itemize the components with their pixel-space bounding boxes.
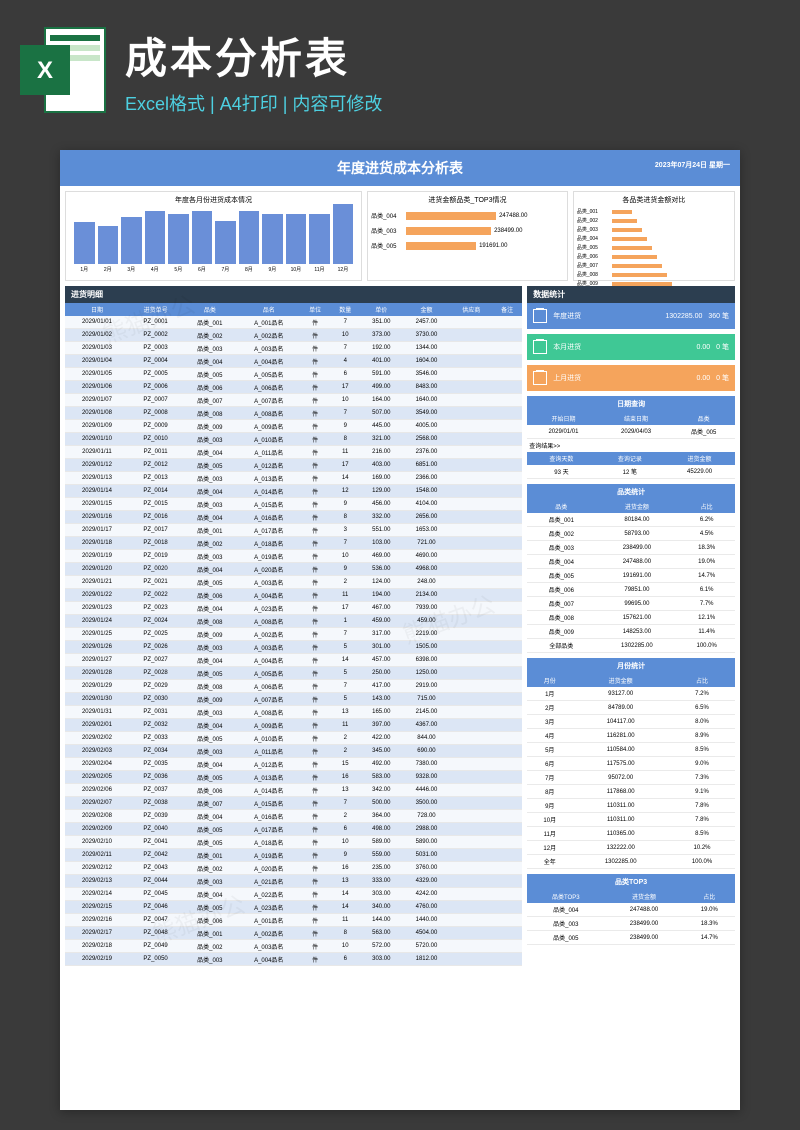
stat-lbl: 上月进货: [553, 373, 581, 383]
stat-lbl: 年度进货: [553, 311, 581, 321]
stat-val: 1302285.00: [665, 313, 702, 320]
stats-title: 数据统计: [527, 286, 735, 303]
stat-cnt: 0 笔: [716, 373, 729, 383]
excel-icon: X: [20, 20, 110, 120]
category-chart: 各品类进货金额对比 品类_001品类_002品类_003品类_004品类_005…: [573, 191, 735, 281]
query-result-table: 查询天数查询记录进货金额93 天12 笔45229.00: [527, 452, 735, 479]
banner: X 成本分析表 Excel格式 | A4打印 | 内容可修改: [0, 0, 800, 140]
top3-table: 品类TOP3进货金额占比品类_004247488.0019.0%品类_00323…: [527, 890, 735, 945]
svg-text:X: X: [37, 57, 53, 84]
query-result-label: 查询结果>>: [527, 439, 735, 452]
monthly-chart: 年度各月份进货成本情况 1月2月3月4月5月6月7月8月9月10月11月12月: [65, 191, 362, 281]
mon-table: 月份进货金额占比1月93127.007.2%2月84789.006.5%3月10…: [527, 674, 735, 869]
stat-year: 年度进货 1302285.00 360 笔: [527, 303, 735, 329]
banner-title: 成本分析表: [125, 25, 382, 86]
stat-val: 0.00: [697, 375, 711, 382]
calendar-icon: [533, 309, 547, 323]
stat-cnt: 0 笔: [716, 342, 729, 352]
calendar-icon: [533, 340, 547, 354]
top3-title: 品类TOP3: [527, 874, 735, 890]
query-table: 开始日期结束日期品类2029/01/012029/04/03品类_005: [527, 412, 735, 439]
banner-sub: Excel格式 | A4打印 | 内容可修改: [125, 90, 382, 116]
stat-month: 本月进货 0.00 0 笔: [527, 334, 735, 360]
calendar-icon: [533, 371, 547, 385]
stat-last: 上月进货 0.00 0 笔: [527, 365, 735, 391]
query-title: 日期查询: [527, 396, 735, 412]
chart1-title: 年度各月份进货成本情况: [69, 195, 358, 205]
chart3-title: 各品类进货金额对比: [577, 195, 731, 205]
chart2-title: 进货金额品类_TOP3情况: [371, 195, 564, 205]
detail-table: 日期进货单号品类品名单位数量单价金额供应商备注2029/01/01PZ_0001…: [65, 303, 522, 966]
cat-table: 品类进货金额占比品类_00180184.006.2%品类_00258793.00…: [527, 500, 735, 653]
sheet-date: 2023年07月24日 星期一: [655, 160, 730, 170]
stat-lbl: 本月进货: [553, 342, 581, 352]
title-text: 年度进货成本分析表: [337, 160, 463, 176]
top3-chart: 进货金额品类_TOP3情况 品类_004247488.00品类_00323849…: [367, 191, 568, 281]
sheet-title: 年度进货成本分析表 2023年07月24日 星期一: [60, 150, 740, 186]
cat-title: 品类统计: [527, 484, 735, 500]
stat-val: 0.00: [697, 344, 711, 351]
mon-title: 月份统计: [527, 658, 735, 674]
detail-title: 进货明细: [65, 286, 522, 303]
stat-cnt: 360 笔: [708, 311, 729, 321]
spreadsheet: 年度进货成本分析表 2023年07月24日 星期一 年度各月份进货成本情况 1月…: [60, 150, 740, 1110]
